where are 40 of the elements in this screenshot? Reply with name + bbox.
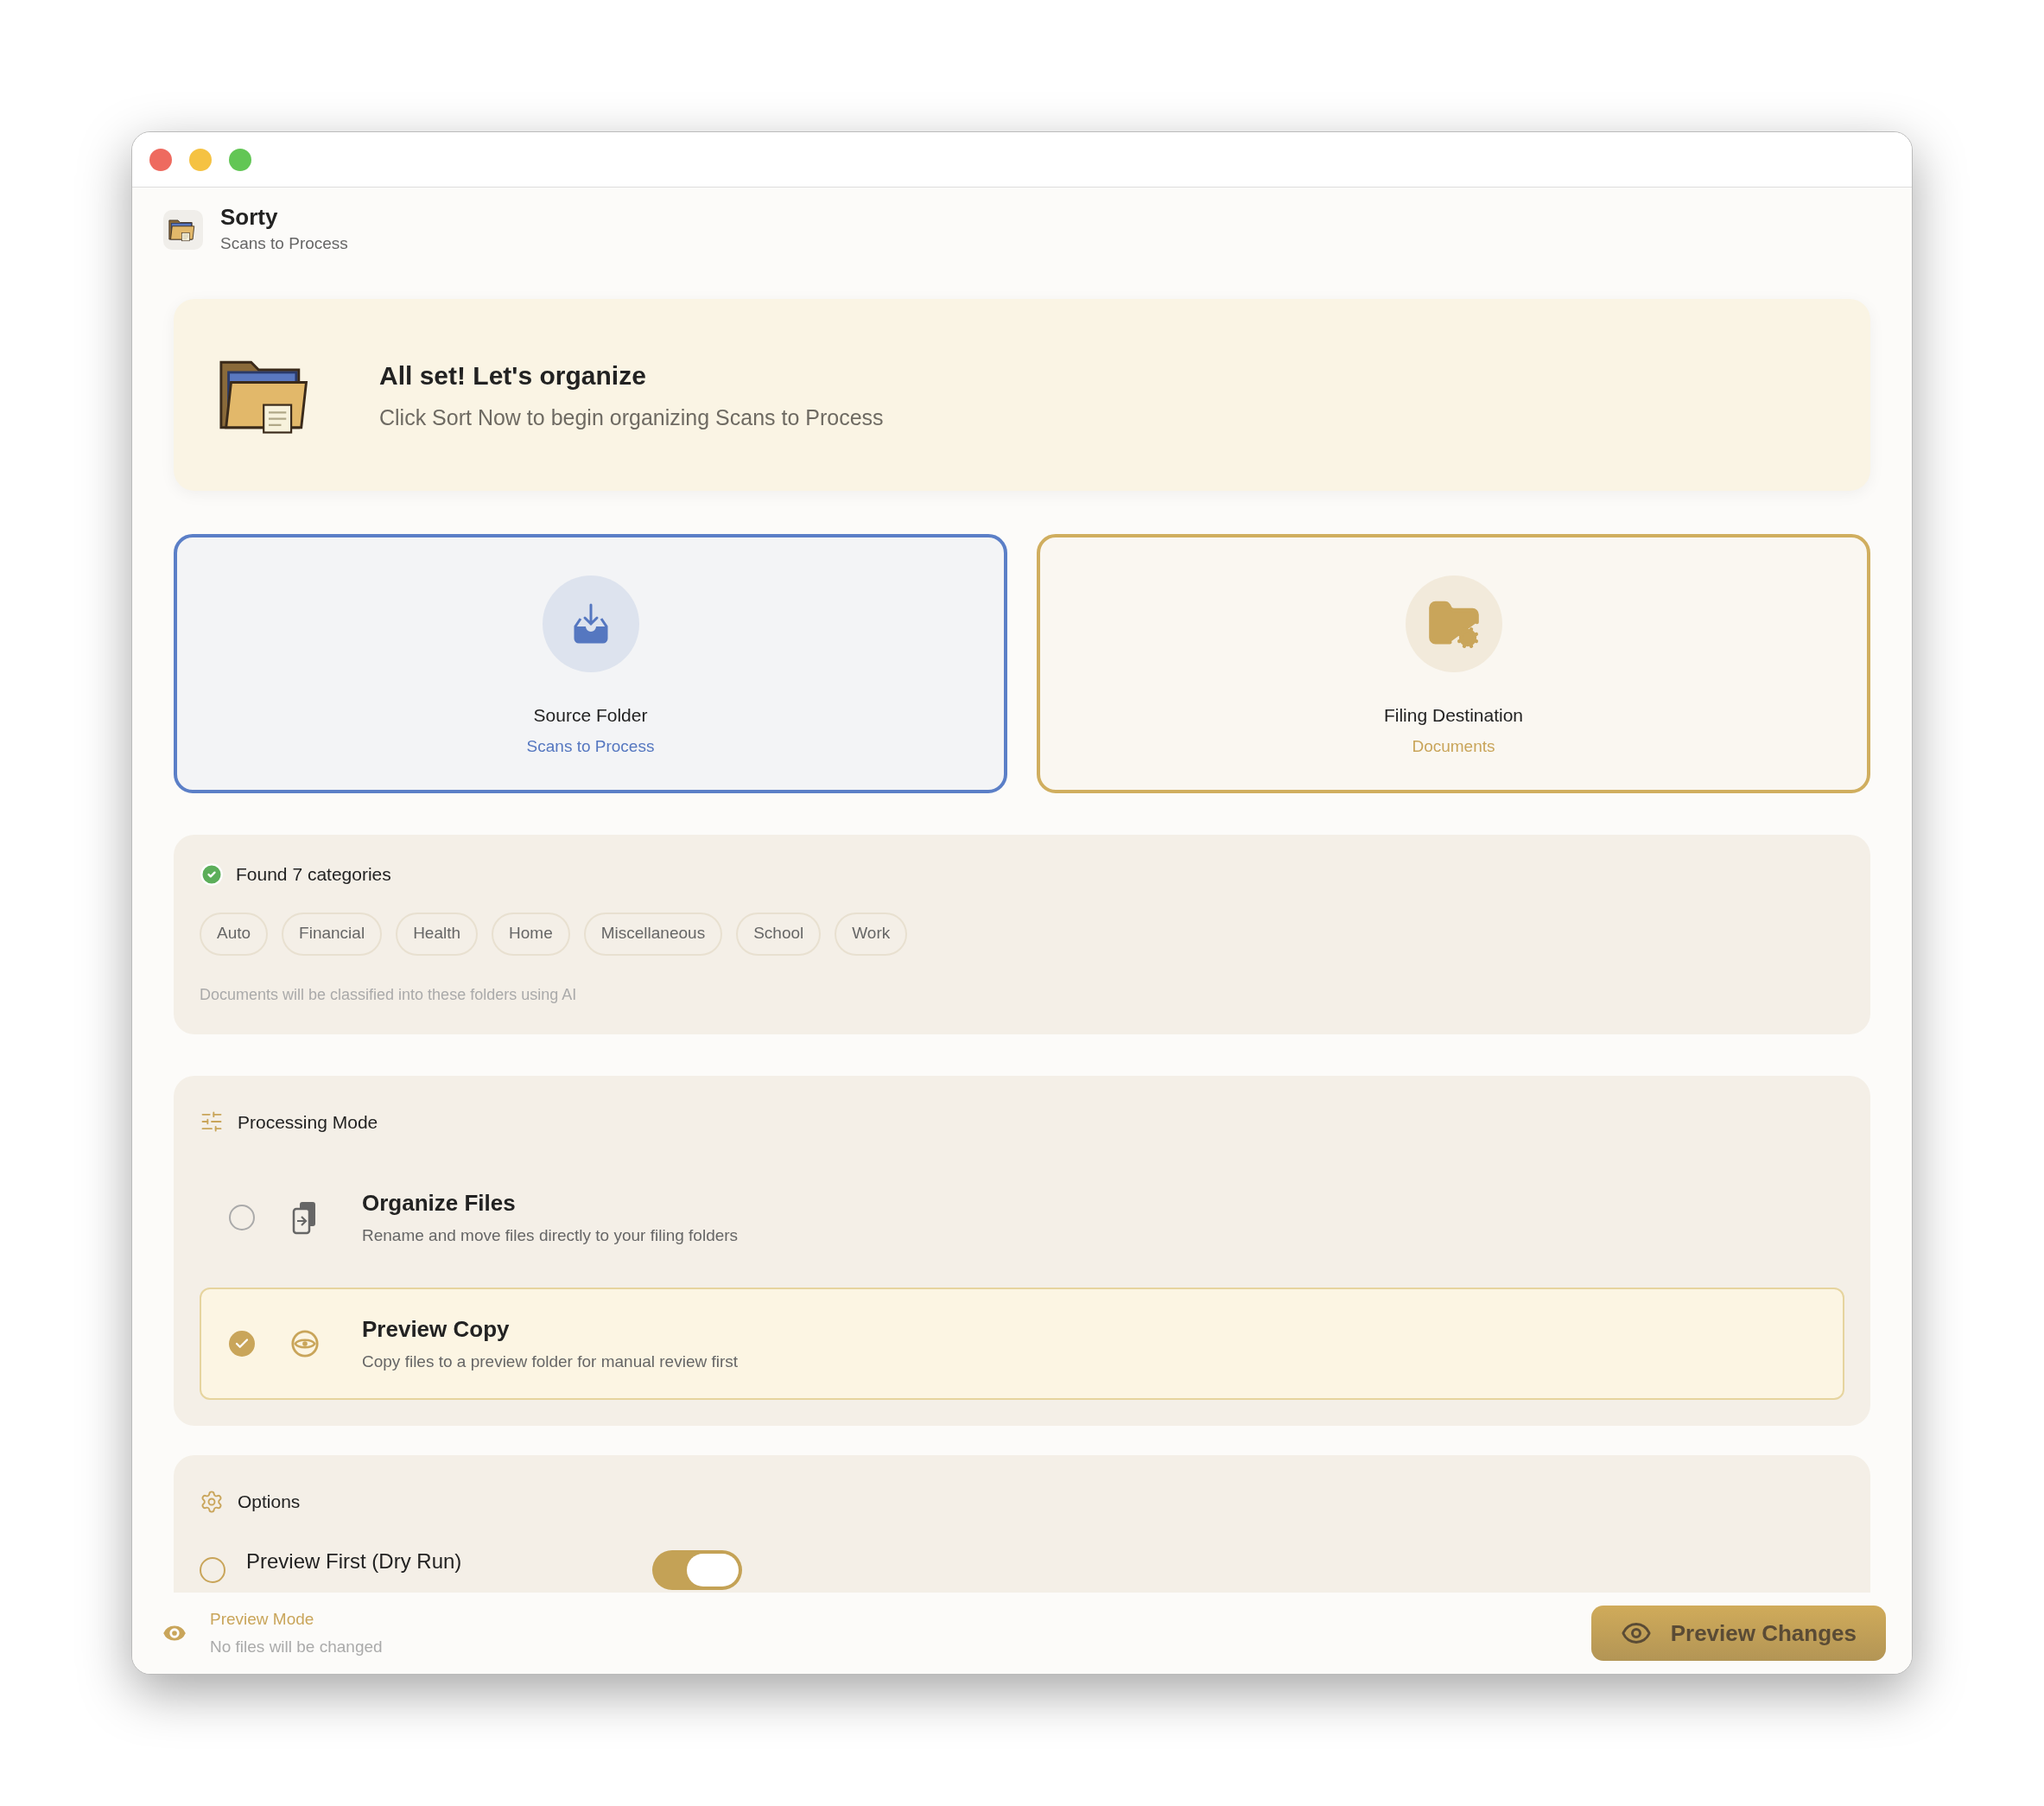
category-chip: Work	[835, 912, 908, 956]
category-chip: Auto	[200, 912, 269, 956]
option-icon	[200, 1556, 225, 1583]
category-chip: Health	[396, 912, 479, 956]
category-chip: Miscellaneous	[583, 912, 723, 956]
mode-option[interactable]: Organize Files Rename and move files directly to your filing folders	[200, 1161, 1844, 1274]
option-title: Preview Copy	[362, 1315, 511, 1345]
option-description: Copy files to a preview folder for manual review first	[362, 1351, 739, 1373]
toggle-switch[interactable]	[652, 1549, 742, 1590]
option-label: Preview First (Dry Run)	[246, 1548, 463, 1574]
eye-circle-icon	[290, 1329, 320, 1358]
minimize-button[interactable]	[189, 148, 212, 171]
section-title: Processing Mode	[238, 1110, 378, 1134]
app-subtitle: Scans to Process	[220, 232, 348, 254]
radio-button[interactable]	[229, 1205, 255, 1230]
section-title: Options	[238, 1491, 301, 1513]
categories-note: Documents will be classified into these folders using AI	[200, 984, 578, 1005]
folder-card[interactable]: Source Folder Scans to Process	[174, 534, 1007, 793]
mode-option[interactable]: Preview Copy Copy files to a preview folder for manual review first	[200, 1288, 1844, 1400]
banner-title: All set! Let's organize	[379, 359, 647, 391]
categories-title: Found 7 categories	[236, 863, 391, 886]
folder-label: Source Folder	[533, 704, 648, 727]
mode-label: Preview Mode	[210, 1608, 315, 1630]
banner-message: Click Sort Now to begin organizing Scans to Process	[379, 404, 884, 431]
settings-icon	[200, 1489, 224, 1514]
option-description: Rename and move files directly to your filing folders	[362, 1225, 739, 1247]
folder-label: Filing Destination	[1383, 704, 1524, 727]
app-name: Sorty	[220, 203, 279, 232]
zoom-button[interactable]	[229, 148, 251, 171]
category-chip: Home	[492, 912, 570, 956]
option-title: Organize Files	[362, 1189, 517, 1218]
radio-button[interactable]	[229, 1331, 255, 1357]
mode-note: No files will be changed	[210, 1637, 383, 1657]
folder-path: Documents	[1412, 735, 1495, 757]
close-button[interactable]	[149, 148, 172, 171]
category-chip: School	[736, 912, 822, 956]
category-chip: Financial	[282, 912, 383, 956]
folder-card[interactable]: Filing Destination Documents	[1037, 534, 1870, 793]
check-circle-icon	[200, 862, 224, 887]
folder-path: Scans to Process	[526, 735, 655, 757]
